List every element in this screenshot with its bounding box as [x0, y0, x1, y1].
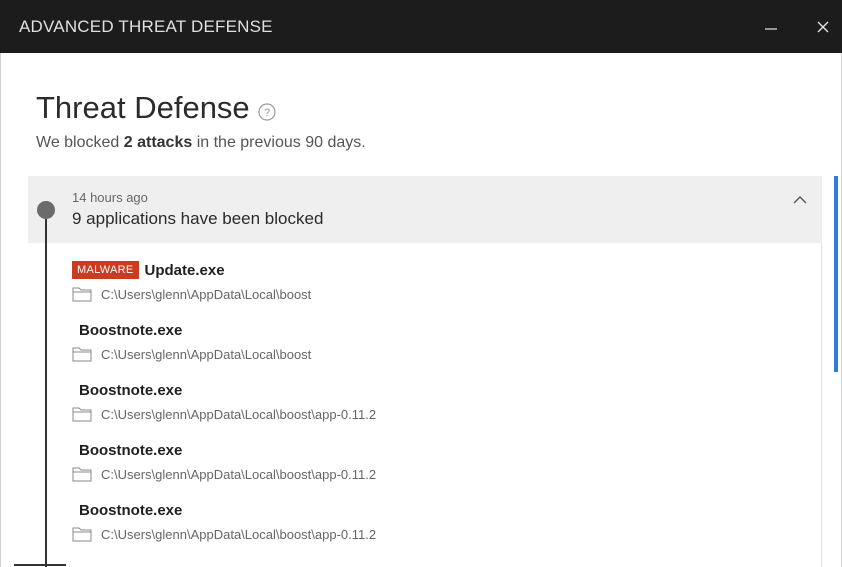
attack-count: 2 attacks	[123, 134, 193, 151]
app-name: Boostnote.exe	[79, 381, 183, 399]
window-title: ADVANCED THREAT DEFENSE	[19, 17, 273, 36]
close-button[interactable]	[800, 0, 842, 53]
page-title: Threat Defense	[36, 90, 250, 125]
app-path: C:\Users\glenn\AppData\Local\boost\app-0…	[101, 526, 377, 542]
svg-text:?: ?	[264, 107, 270, 119]
timeline-line	[45, 210, 47, 567]
list-item: MALWARE Update.exe C:\Users\glenn\AppDat…	[72, 259, 812, 319]
timeline-dot	[37, 201, 55, 219]
app-name: Update.exe	[144, 261, 225, 279]
list-item: Boostnote.exe C:\Users\glenn\AppData\Loc…	[72, 499, 812, 559]
malware-badge: MALWARE	[72, 261, 139, 279]
app-path: C:\Users\glenn\AppData\Local\boost\app-0…	[101, 466, 377, 482]
summary-suffix: in the previous 90 days.	[192, 134, 366, 151]
timeline-foot	[14, 564, 66, 566]
list-item: Boostnote.exe C:\Users\glenn\AppData\Loc…	[72, 319, 812, 379]
minimize-button[interactable]	[748, 0, 794, 53]
scroll-indicator[interactable]	[834, 176, 838, 372]
summary-prefix: We blocked	[36, 134, 124, 151]
app-path: C:\Users\glenn\AppData\Local\boost\app-0…	[101, 406, 377, 422]
app-name: Boostnote.exe	[79, 321, 183, 339]
event-header[interactable]: 14 hours ago 9 applications have been bl…	[28, 176, 822, 243]
attack-summary: We blocked 2 attacks in the previous 90 …	[36, 134, 366, 152]
app-name: Boostnote.exe	[79, 501, 183, 519]
folder-icon	[72, 407, 92, 422]
list-item: Boostnote.exe C:\Users\glenn\AppData\Loc…	[72, 439, 812, 499]
list-item: Boostnote.exe C:\Users\glenn\AppData\Loc…	[72, 379, 812, 439]
event-time: 14 hours ago	[72, 190, 148, 205]
app-name: Boostnote.exe	[79, 441, 183, 459]
title-bar: ADVANCED THREAT DEFENSE	[0, 0, 842, 53]
app-path: C:\Users\glenn\AppData\Local\boost	[101, 286, 312, 302]
window-frame-left	[0, 53, 1, 567]
folder-icon	[72, 527, 92, 542]
folder-icon	[72, 287, 92, 302]
folder-icon	[72, 467, 92, 482]
minimize-icon	[765, 27, 777, 30]
help-icon[interactable]: ?	[258, 103, 276, 121]
chevron-up-icon[interactable]	[792, 192, 808, 208]
close-icon	[817, 21, 829, 32]
folder-icon	[72, 347, 92, 362]
event-description: 9 applications have been blocked	[72, 209, 324, 228]
app-path: C:\Users\glenn\AppData\Local\boost	[101, 346, 312, 362]
